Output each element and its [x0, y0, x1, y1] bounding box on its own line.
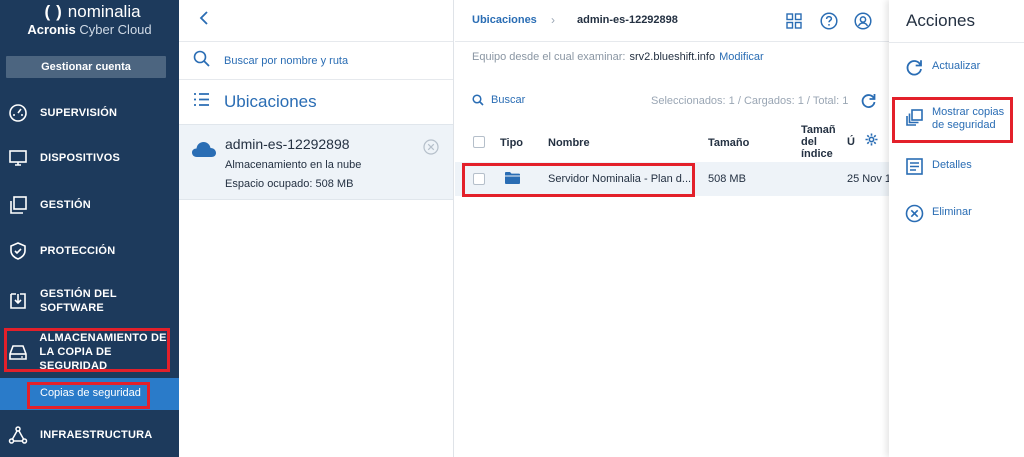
sidebar-item-label-line1: GESTIÓN DEL [40, 288, 117, 300]
column-last[interactable]: Ú [847, 136, 855, 148]
sidebar-item-infrastructure[interactable]: INFRAESTRUCTURA [0, 424, 179, 446]
sidebar-item-backup-storage[interactable]: ALMACENAMIENTO DE LA COPIA DE SEGURIDAD [0, 332, 179, 372]
table-search-label: Buscar [491, 94, 526, 106]
breadcrumb: Ubicaciones › admin-es-12292898 [455, 0, 889, 42]
action-label: Detalles [932, 159, 972, 171]
row-name: Servidor Nominalia - Plan d... [548, 173, 692, 185]
sidebar-item-label: DISPOSITIVOS [40, 152, 121, 164]
breadcrumb-current: admin-es-12292898 [577, 14, 678, 26]
brand-prefix: Acronis [27, 22, 76, 37]
sidebar: () nominalia Acronis Cyber Cloud Gestiona… [0, 0, 179, 457]
breadcrumb-separator-icon: › [551, 13, 555, 27]
sidebar-item-label-line2: LA COPIA DE SEGURIDAD [39, 346, 112, 372]
sidebar-item-devices[interactable]: DISPOSITIVOS [0, 147, 179, 169]
sidebar-item-label: SUPERVISIÓN [40, 107, 118, 119]
column-settings-icon[interactable] [865, 133, 878, 149]
row-size: 508 MB [708, 173, 746, 185]
search-icon [472, 94, 484, 106]
row-checkbox[interactable] [473, 173, 485, 185]
sidebar-item-label: INFRAESTRUCTURA [40, 429, 153, 441]
shield-icon [7, 240, 29, 262]
column-index-size-line2: del [801, 136, 817, 148]
action-label-line2: de seguridad [932, 119, 996, 131]
brand-product: Cyber Cloud [79, 22, 152, 37]
manage-account-button[interactable]: Gestionar cuenta [6, 56, 166, 78]
browse-machine-value: srv2.blueshift.info [629, 51, 716, 63]
search-icon [193, 50, 210, 72]
action-label-line1: Mostrar copias [932, 106, 1005, 118]
action-label: Eliminar [932, 206, 972, 218]
main-content: Ubicaciones › admin-es-12292898 Equipo d… [455, 0, 892, 457]
location-type: Almacenamiento en la nube [225, 159, 362, 171]
browse-machine-row: Equipo desde el cual examinar: srv2.blues… [472, 51, 764, 63]
actions-panel: Acciones Actualizar Mostrar copias de seg… [889, 0, 1024, 457]
action-label: Actualizar [932, 60, 981, 72]
breadcrumb-root[interactable]: Ubicaciones [472, 14, 537, 26]
brand-name: nominalia [67, 2, 141, 21]
location-name: admin-es-12292898 [225, 136, 350, 152]
network-icon [7, 424, 29, 446]
locations-panel: Buscar por nombre y ruta Ubicaciones adm… [179, 0, 454, 457]
actions-divider [889, 42, 1024, 43]
locations-header: Ubicaciones [179, 80, 453, 124]
back-chevron-icon[interactable] [199, 11, 209, 30]
folder-icon [504, 171, 521, 190]
modify-link[interactable]: Modificar [719, 51, 764, 63]
action-delete[interactable]: Eliminar [903, 202, 972, 224]
browse-machine-label: Equipo desde el cual examinar: [472, 51, 626, 63]
drive-icon [7, 341, 28, 363]
row-date: 25 Nov 1 [847, 173, 892, 185]
column-name[interactable]: Nombre [548, 137, 590, 149]
details-icon [903, 155, 925, 177]
action-details[interactable]: Detalles [903, 155, 972, 177]
back-row [179, 0, 453, 42]
action-show-backups[interactable]: Mostrar copias de seguridad [903, 106, 1004, 132]
sidebar-subitem-label: Copias de seguridad [40, 387, 141, 399]
actions-title: Acciones [906, 11, 975, 30]
stack-icon [7, 194, 29, 216]
brand-logo: () nominalia Acronis Cyber Cloud [27, 2, 152, 37]
list-icon [193, 92, 210, 112]
sidebar-item-supervision[interactable]: SUPERVISIÓN [0, 102, 179, 124]
grid-icon[interactable] [784, 11, 804, 31]
column-index-size[interactable]: Tamañ del índice [801, 124, 836, 160]
select-all-checkbox[interactable] [473, 136, 485, 148]
selection-stats: Seleccionados: 1 / Cargados: 1 / Total: … [651, 95, 849, 107]
user-account-icon[interactable] [853, 11, 873, 31]
column-index-size-line1: Tamañ [801, 124, 836, 136]
download-box-icon [7, 290, 29, 312]
refresh-icon [903, 56, 925, 78]
table-row[interactable]: Servidor Nominalia - Plan d... 508 MB 25… [455, 162, 892, 196]
refresh-icon[interactable] [860, 92, 877, 114]
sidebar-item-label: GESTIÓN [40, 199, 91, 211]
delete-icon [903, 202, 925, 224]
location-space: Espacio ocupado: 508 MB [225, 178, 354, 190]
help-icon[interactable] [819, 11, 839, 31]
sidebar-item-label-line1: ALMACENAMIENTO DE [39, 332, 167, 344]
action-label: Mostrar copias de seguridad [932, 106, 1004, 132]
table-search-button[interactable]: Buscar [472, 94, 525, 106]
copies-icon [903, 106, 925, 128]
table-toolbar: Buscar Seleccionados: 1 / Cargados: 1 / … [455, 92, 889, 112]
action-refresh[interactable]: Actualizar [903, 56, 980, 78]
sidebar-item-protection[interactable]: PROTECCIÓN [0, 240, 179, 262]
table-header: Tipo Nombre Tamaño Tamañ del índice Ú [455, 120, 889, 162]
sidebar-item-label-line2: SOFTWARE [40, 302, 104, 314]
column-size[interactable]: Tamaño [708, 137, 749, 149]
gauge-icon [7, 102, 29, 124]
remove-location-icon[interactable] [423, 139, 439, 160]
monitor-icon [7, 147, 29, 169]
cloud-icon [191, 141, 217, 163]
column-index-size-line3: índice [801, 148, 833, 160]
column-type[interactable]: Tipo [500, 137, 523, 149]
sidebar-subitem-backups[interactable]: Copias de seguridad [0, 378, 179, 410]
locations-search[interactable]: Buscar por nombre y ruta [179, 42, 453, 80]
sidebar-item-label: PROTECCIÓN [40, 245, 116, 257]
locations-title: Ubicaciones [224, 92, 317, 111]
sidebar-item-software[interactable]: GESTIÓN DEL SOFTWARE [0, 286, 179, 316]
search-input[interactable]: Buscar por nombre y ruta [224, 55, 348, 67]
location-card[interactable]: admin-es-12292898 Almacenamiento en la n… [179, 124, 453, 200]
sidebar-item-management[interactable]: GESTIÓN [0, 194, 179, 216]
